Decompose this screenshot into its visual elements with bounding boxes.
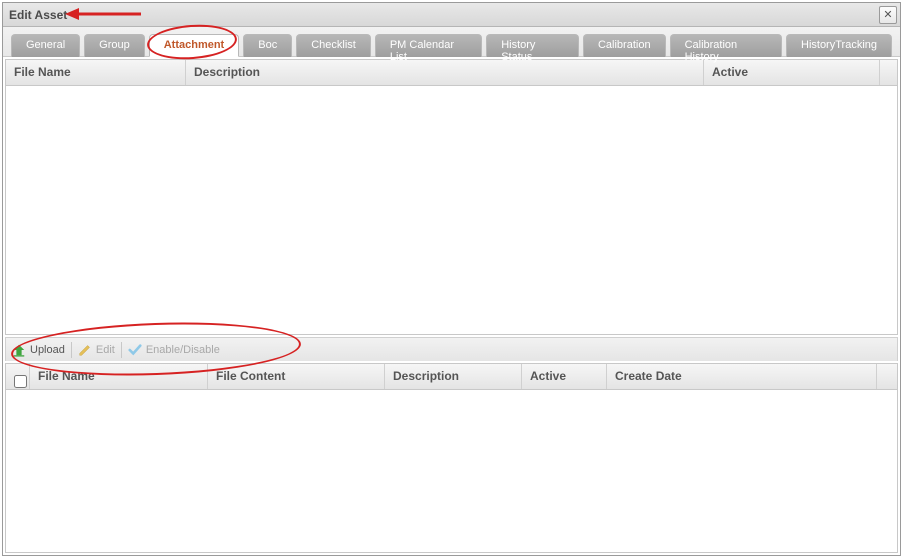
upload-label: Upload (30, 344, 65, 356)
attachment-toolbar: Upload Edit Enable/Disable (5, 337, 898, 361)
tab-strip: GeneralGroupAttachmentBocChecklistPM Cal… (3, 27, 900, 57)
tab-historytracking[interactable]: HistoryTracking (786, 34, 892, 57)
enable-disable-button[interactable]: Enable/Disable (128, 343, 220, 357)
column-file-name[interactable]: File Name (6, 60, 186, 85)
tab-general[interactable]: General (11, 34, 80, 57)
tab-history-status[interactable]: History Status (486, 34, 579, 57)
grid-header: File NameFile ContentDescriptionActiveCr… (6, 364, 897, 390)
close-icon: ✕ (883, 9, 892, 21)
grid-body-empty (6, 86, 897, 334)
tab-group[interactable]: Group (84, 34, 145, 57)
edit-label: Edit (96, 344, 115, 356)
column-active[interactable]: Active (704, 60, 880, 85)
edit-asset-dialog: Edit Asset ✕ GeneralGroupAttachmentBocCh… (2, 2, 901, 556)
attachment-summary-grid: File NameDescriptionActive (5, 59, 898, 335)
separator (71, 342, 72, 358)
tab-attachment[interactable]: Attachment (149, 34, 240, 57)
upload-icon (12, 343, 26, 357)
select-all-column (6, 364, 30, 389)
tab-calibration[interactable]: Calibration (583, 34, 666, 57)
separator (121, 342, 122, 358)
column-active[interactable]: Active (522, 364, 607, 389)
column-description[interactable]: Description (186, 60, 704, 85)
column-file-content[interactable]: File Content (208, 364, 385, 389)
grid-header: File NameDescriptionActive (6, 60, 897, 86)
column-description[interactable]: Description (385, 364, 522, 389)
column-create-date[interactable]: Create Date (607, 364, 877, 389)
enable-label: Enable/Disable (146, 344, 220, 356)
tab-body: File NameDescriptionActive Upload Edit (3, 57, 900, 555)
grid-body-empty (6, 390, 897, 552)
tab-calibration-history[interactable]: Calibration History (670, 34, 782, 57)
window-title: Edit Asset (9, 8, 67, 22)
close-button[interactable]: ✕ (879, 6, 897, 24)
select-all-checkbox[interactable] (14, 375, 27, 388)
tab-boc[interactable]: Boc (243, 34, 292, 57)
edit-button[interactable]: Edit (78, 343, 115, 357)
column-file-name[interactable]: File Name (30, 364, 208, 389)
titlebar: Edit Asset ✕ (3, 3, 900, 27)
pencil-icon (78, 343, 92, 357)
check-icon (128, 343, 142, 357)
attachment-detail-grid: File NameFile ContentDescriptionActiveCr… (5, 363, 898, 553)
tab-pm-calendar-list[interactable]: PM Calendar List (375, 34, 482, 57)
tab-checklist[interactable]: Checklist (296, 34, 371, 57)
upload-button[interactable]: Upload (12, 343, 65, 357)
